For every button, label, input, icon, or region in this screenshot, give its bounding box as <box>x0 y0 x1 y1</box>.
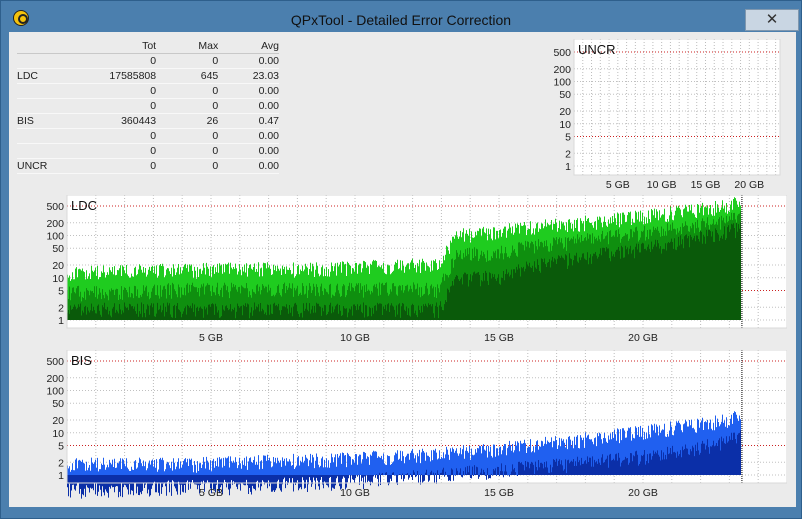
max-cell: 0 <box>160 158 222 174</box>
uncr-x-tick-label: 10 GB <box>647 179 677 191</box>
max-cell: 645 <box>160 68 222 84</box>
tot-cell: 0 <box>86 83 161 99</box>
error-stats-table: Tot Max Avg 0 0 0.00 LDC 17585808 645 23… <box>17 39 279 174</box>
table-header-row: Tot Max Avg <box>17 39 279 54</box>
uncr-x-tick-label: 5 GB <box>606 179 630 191</box>
uncr-chart: 12 51020 50100200 500 5 GB 10 GB 15 GB 20 GB UNC… <box>553 39 781 191</box>
max-cell: 0 <box>160 53 222 69</box>
uncr-chart-title: UNCR <box>578 42 616 57</box>
ldc-y-tick-label: 100 <box>46 231 64 243</box>
avg-cell: 0.47 <box>221 113 279 129</box>
uncr-y-tick-label: 5 <box>565 131 571 143</box>
avg-cell: 0.00 <box>221 98 279 114</box>
ldc-x-tick-label: 20 GB <box>628 332 658 344</box>
bis-y-tick-label: 50 <box>52 398 64 410</box>
bis-y-tick-label: 500 <box>46 356 64 368</box>
bis-y-tick-label: 10 <box>52 428 64 440</box>
table-row: 0 0 0.00 <box>17 143 279 159</box>
ldc-y-tick-label: 5 <box>58 285 64 297</box>
avg-cell: 0.00 <box>221 143 279 159</box>
max-cell: 0 <box>160 143 222 159</box>
bis-y-tick-label: 2 <box>58 457 64 469</box>
bis-y-tick-label: 200 <box>46 373 64 385</box>
bis-y-tick-label: 20 <box>52 415 64 427</box>
uncr-y-tick-label: 500 <box>553 47 571 59</box>
client-area: Tot Max Avg 0 0 0.00 LDC 17585808 645 23… <box>9 32 796 507</box>
uncr-y-tick-label: 50 <box>559 89 571 101</box>
row-label <box>17 143 87 159</box>
uncr-y-tick-label: 10 <box>559 119 571 131</box>
max-cell: 0 <box>160 128 222 144</box>
bis-y-tick-label: 5 <box>58 440 64 452</box>
title-bar[interactable]: QPxTool - Detailed Error Correction ✕ <box>1 1 801 35</box>
tot-cell: 0 <box>86 53 161 69</box>
avg-cell: 23.03 <box>221 68 279 84</box>
row-label <box>17 53 87 69</box>
ldc-y-tick-label: 50 <box>52 243 64 255</box>
row-label <box>17 128 87 144</box>
avg-cell: 0.00 <box>221 158 279 174</box>
max-cell: 0 <box>160 98 222 114</box>
max-cell: 0 <box>160 83 222 99</box>
ldc-y-tick-label: 1 <box>58 315 64 327</box>
tot-cell: 0 <box>86 143 161 159</box>
row-label: LDC <box>17 68 87 84</box>
tot-cell: 17585808 <box>86 68 161 84</box>
table-row: 0 0 0.00 <box>17 53 279 69</box>
uncr-x-tick-label: 15 GB <box>691 179 721 191</box>
table-row: 0 0 0.00 <box>17 83 279 99</box>
ldc-y-tick-label: 10 <box>52 273 64 285</box>
tot-cell: 0 <box>86 158 161 174</box>
bis-chart: 12 51020 50100200 500 5 GB 10 GB 15 GB 20 GB BIS <box>46 350 787 499</box>
table-row: 0 0 0.00 <box>17 98 279 114</box>
uncr-plot-area <box>574 39 780 175</box>
bis-y-tick-label: 1 <box>58 470 64 482</box>
ldc-x-tick-label: 10 GB <box>340 332 370 344</box>
bis-chart-title: BIS <box>71 353 92 368</box>
column-header-max: Max <box>160 39 222 54</box>
uncr-y-tick-label: 100 <box>553 77 571 89</box>
ldc-y-tick-label: 500 <box>46 201 64 213</box>
row-label: BIS <box>17 113 87 129</box>
ldc-chart: 12 51020 50100200 500 5 GB 10 GB 15 GB 20 GB LDC <box>46 195 787 344</box>
uncr-y-tick-label: 2 <box>565 148 571 160</box>
table-row: BIS 360443 26 0.47 <box>17 113 279 129</box>
uncr-y-tick-label: 1 <box>565 161 571 173</box>
ldc-x-tick-label: 15 GB <box>484 332 514 344</box>
max-cell: 26 <box>160 113 222 129</box>
uncr-y-tick-label: 20 <box>559 106 571 118</box>
ldc-y-tick-label: 20 <box>52 260 64 272</box>
avg-cell: 0.00 <box>221 53 279 69</box>
tot-cell: 0 <box>86 98 161 114</box>
ldc-y-tick-label: 200 <box>46 218 64 230</box>
column-header <box>17 39 87 54</box>
row-label <box>17 83 87 99</box>
bis-x-tick-label: 20 GB <box>628 487 658 499</box>
bis-x-tick-label: 5 GB <box>199 487 223 499</box>
ldc-x-tick-label: 5 GB <box>199 332 223 344</box>
table-row: 0 0 0.00 <box>17 128 279 144</box>
bis-y-tick-label: 100 <box>46 386 64 398</box>
avg-cell: 0.00 <box>221 128 279 144</box>
tot-cell: 360443 <box>86 113 161 129</box>
table-row: UNCR 0 0 0.00 <box>17 158 279 174</box>
table-row: LDC 17585808 645 23.03 <box>17 68 279 84</box>
tot-cell: 0 <box>86 128 161 144</box>
ldc-y-tick-label: 2 <box>58 302 64 314</box>
column-header-avg: Avg <box>221 39 279 54</box>
row-label <box>17 98 87 114</box>
avg-cell: 0.00 <box>221 83 279 99</box>
column-header-tot: Tot <box>86 39 161 54</box>
bis-x-tick-label: 15 GB <box>484 487 514 499</box>
uncr-x-tick-label: 20 GB <box>734 179 764 191</box>
uncr-y-tick-label: 200 <box>553 64 571 76</box>
bis-x-tick-label: 10 GB <box>340 487 370 499</box>
ldc-chart-title: LDC <box>71 198 97 213</box>
close-button[interactable]: ✕ <box>745 9 799 31</box>
window: QPxTool - Detailed Error Correction ✕ To… <box>0 0 802 519</box>
row-label: UNCR <box>17 158 87 174</box>
